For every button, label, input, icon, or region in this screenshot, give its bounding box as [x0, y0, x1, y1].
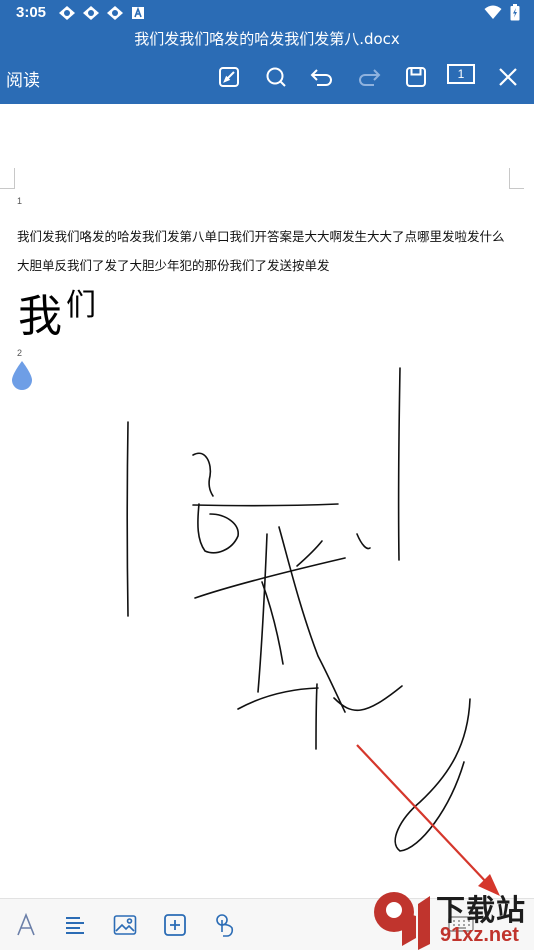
document-title: 我们发我们咯发的哈发我们发第八.docx: [0, 26, 534, 52]
page-count-button[interactable]: 1: [447, 64, 475, 84]
close-button[interactable]: [493, 62, 523, 92]
status-time: 3:05: [16, 4, 47, 21]
touch-button[interactable]: [211, 911, 239, 939]
app-icon: [82, 5, 100, 21]
font-button[interactable]: [12, 911, 40, 939]
read-mode-button[interactable]: 阅读: [6, 66, 40, 91]
edit-button[interactable]: [214, 62, 244, 92]
font-icon: [17, 913, 35, 936]
close-icon: [499, 68, 517, 86]
paragraph-icon: [66, 917, 84, 934]
app-icon: [106, 5, 124, 21]
undo-icon: [310, 69, 332, 86]
save-button[interactable]: [401, 62, 431, 92]
edit-icon: [219, 67, 239, 87]
image-button[interactable]: [111, 911, 139, 939]
watermark-site-name: 下载站: [436, 893, 527, 927]
redo-icon: [359, 69, 381, 86]
watermark-url: 91xz.net: [440, 924, 519, 946]
redo-button[interactable]: [354, 62, 384, 92]
undo-button[interactable]: [307, 62, 337, 92]
annotation-arrow: [356, 744, 500, 896]
save-icon: [406, 67, 426, 87]
status-bar: 3:05: [0, 0, 534, 26]
top-toolbar: 阅读 1: [0, 52, 534, 104]
watermark-logo: [374, 892, 430, 950]
app-icon: [58, 5, 76, 21]
battery-icon: [510, 4, 520, 25]
insert-button[interactable]: [161, 911, 189, 939]
search-button[interactable]: [261, 62, 291, 92]
insert-icon: [164, 914, 186, 936]
touch-icon: [216, 914, 234, 937]
document-canvas[interactable]: 1 我们发我们咯发的哈发我们发第八单口我们开答案是大大啊发生大大了点哪里发啦发什…: [0, 104, 534, 898]
search-icon: [266, 67, 286, 87]
system-icons: [484, 4, 520, 25]
wifi-icon: [484, 5, 502, 24]
a-icon: [130, 5, 148, 21]
notification-icons: [58, 5, 148, 21]
image-icon: [113, 915, 137, 935]
paragraph-button[interactable]: [61, 911, 89, 939]
